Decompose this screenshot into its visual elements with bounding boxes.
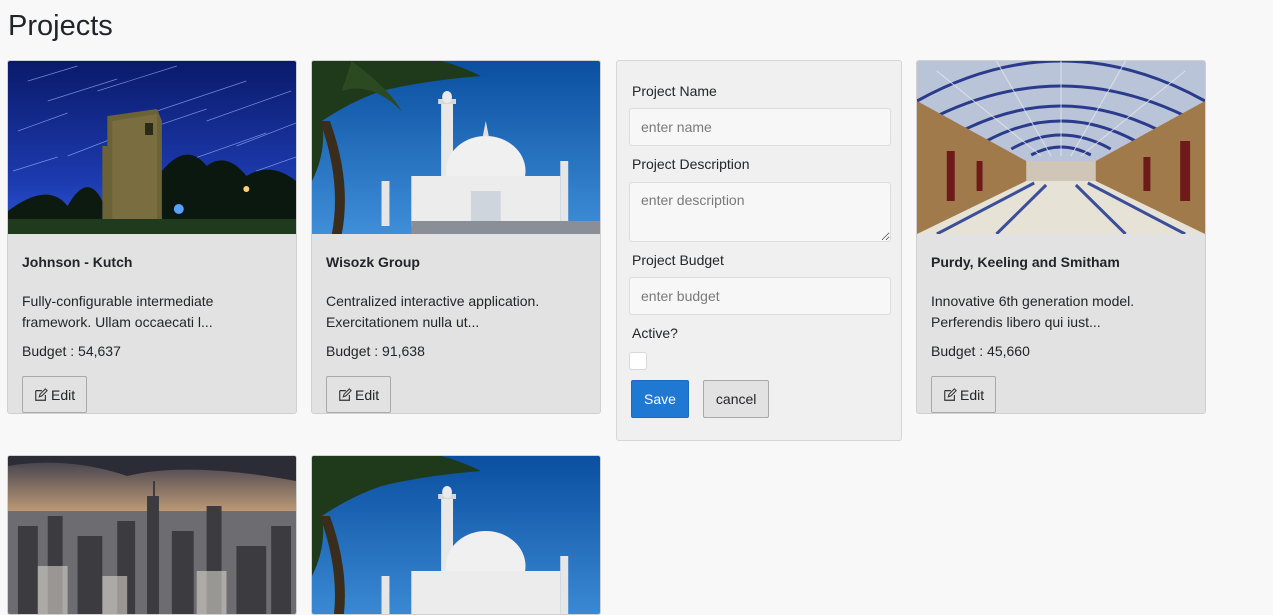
- project-form: Project Name Project Description Project…: [616, 60, 902, 441]
- project-budget: Budget : 91,638: [326, 343, 425, 359]
- project-image: [312, 456, 600, 614]
- project-budget: Budget : 45,660: [931, 343, 1030, 359]
- project-description: Centralized interactive application. Exe…: [326, 293, 540, 330]
- project-budget-label: Project Budget: [632, 252, 724, 268]
- project-card: [311, 455, 601, 615]
- project-description: Innovative 6th generation model. Perfere…: [931, 293, 1135, 330]
- project-name: Johnson - Kutch: [22, 254, 133, 270]
- arcade-hall-image: [917, 61, 1205, 234]
- project-image: [8, 61, 296, 234]
- edit-button[interactable]: Edit: [22, 376, 88, 413]
- project-name-input[interactable]: [629, 108, 891, 146]
- project-description: Fully-configurable intermediate framewor…: [22, 293, 214, 330]
- active-checkbox[interactable]: [629, 352, 647, 370]
- project-name-label: Project Name: [632, 83, 717, 99]
- edit-icon: [35, 387, 48, 401]
- save-button[interactable]: Save: [631, 380, 689, 418]
- project-name: Purdy, Keeling and Smitham: [931, 254, 1120, 270]
- project-image: [917, 61, 1205, 234]
- project-image: [312, 61, 600, 234]
- active-label: Active?: [632, 325, 678, 341]
- project-card: [7, 455, 297, 615]
- edit-button[interactable]: Edit: [931, 376, 997, 413]
- edit-button-label: Edit: [51, 386, 76, 403]
- project-card: Wisozk Group Centralized interactive app…: [311, 60, 601, 414]
- project-name: Wisozk Group: [326, 254, 420, 270]
- project-card: Purdy, Keeling and Smitham Innovative 6t…: [916, 60, 1206, 414]
- night-tower-image: [8, 61, 296, 234]
- edit-button[interactable]: Edit: [326, 376, 392, 413]
- cancel-button[interactable]: cancel: [702, 380, 770, 418]
- page-title: Projects: [8, 10, 113, 42]
- city-skyline-image: [8, 456, 296, 614]
- edit-button-label: Edit: [355, 386, 380, 403]
- project-budget: Budget : 54,637: [22, 343, 121, 359]
- project-description-label: Project Description: [632, 156, 750, 172]
- taj-mahal-image: [312, 61, 600, 234]
- taj-mahal-image: [312, 456, 600, 614]
- edit-button-label: Edit: [960, 386, 985, 403]
- project-image: [8, 456, 296, 614]
- project-card: Johnson - Kutch Fully-configurable inter…: [7, 60, 297, 414]
- project-budget-input[interactable]: [629, 277, 891, 315]
- edit-icon: [944, 387, 957, 401]
- project-description-input[interactable]: [629, 182, 891, 242]
- edit-icon: [339, 387, 352, 401]
